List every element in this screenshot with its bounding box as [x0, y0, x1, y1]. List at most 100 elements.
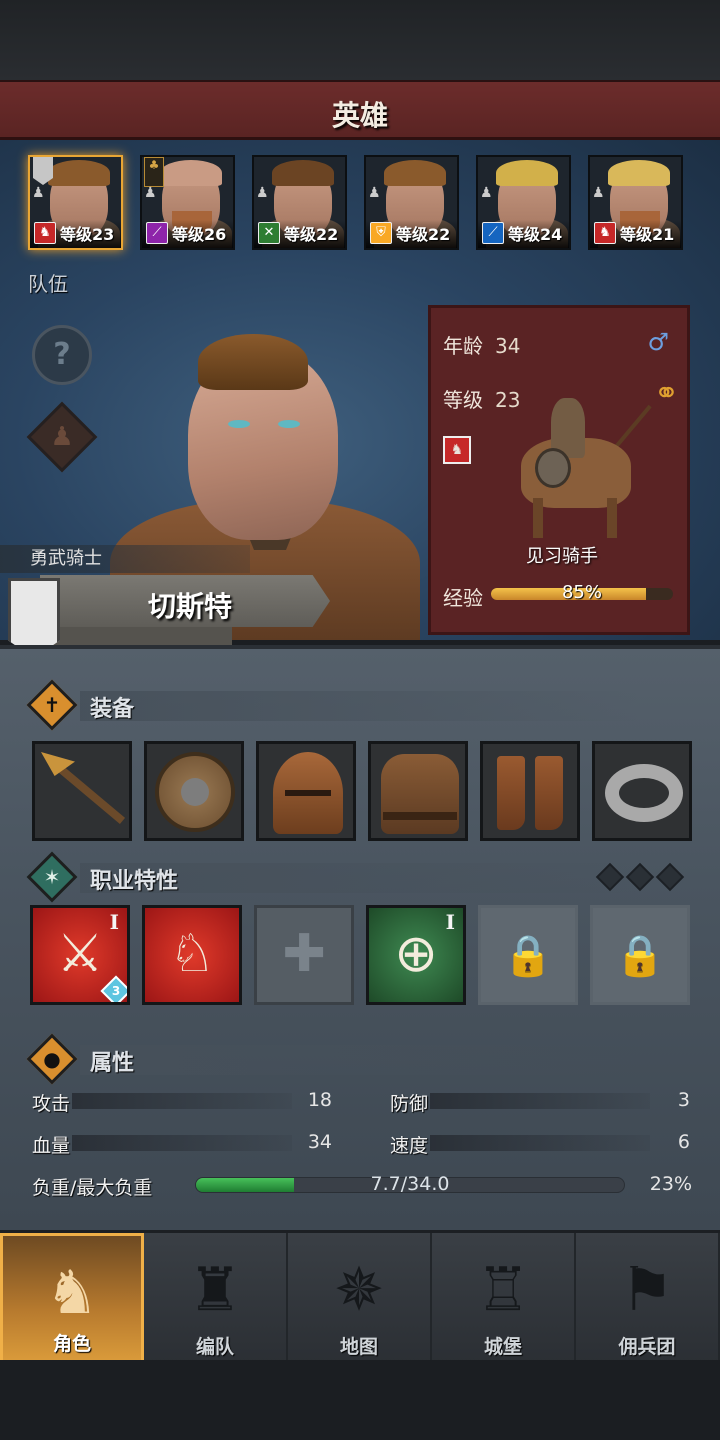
mounted-knight-figure	[511, 398, 652, 538]
castle-icon: ♖	[476, 1255, 530, 1325]
trait-icon: 🔒	[615, 933, 665, 979]
shield-boss	[181, 778, 209, 806]
nav-tab[interactable]: ♖ 城堡	[432, 1233, 576, 1363]
trait-slot[interactable]: ♘	[142, 905, 242, 1005]
tree-banner-icon: ♣	[144, 157, 164, 187]
nav-tab[interactable]: ♜ 编队	[144, 1233, 288, 1363]
mercenary-icon: ⚑	[620, 1255, 674, 1325]
nav-tab[interactable]: ✵ 地图	[288, 1233, 432, 1363]
attack-stat: 攻击 18	[32, 1089, 332, 1115]
squad-member-icon: ♟	[144, 185, 157, 201]
level-strip: ⟋ 等级26	[142, 220, 233, 248]
hero-class-title: 勇武骑士	[0, 545, 250, 573]
weight-stat: 负重/最大负重	[32, 1173, 212, 1199]
details-panel: ✝ 装备 ✶ 职业特性 ⚔ I 3 ♘ ✚ ⊕ I 🔒 🔒 ● 属性 攻击 18…	[0, 645, 720, 1230]
hero-level: 等级22	[284, 225, 339, 244]
traits-label: 职业特性	[90, 869, 179, 894]
speed-stat: 速度 6	[390, 1131, 690, 1157]
attack-label: 攻击	[32, 1093, 71, 1115]
stat-bar	[430, 1093, 650, 1109]
squad-icon: ♜	[188, 1255, 242, 1325]
equipment-slot-boots[interactable]	[480, 741, 580, 841]
title-bar: 英雄	[0, 80, 720, 140]
star-icon: ✶	[26, 851, 78, 903]
equipment-slot-armor[interactable]	[368, 741, 468, 841]
level-label: 等级	[443, 388, 483, 412]
header-strip	[80, 1045, 640, 1075]
class-icon: ♞	[34, 222, 56, 244]
roster-hero-card[interactable]: ♟ ♞ 等级23	[28, 155, 123, 250]
roster-hero-card[interactable]: ♟ ⟋ 等级24	[476, 155, 571, 250]
roster-hero-card[interactable]: ♟ ✕ 等级22	[252, 155, 347, 250]
roster-hero-card[interactable]: ♟ ⛨ 等级22	[364, 155, 459, 250]
traits-header: ✶ 职业特性	[26, 851, 690, 903]
roster-hero-card[interactable]: ♟ ♞ 等级21	[588, 155, 683, 250]
compass-icon: ✵	[333, 1255, 385, 1325]
squad-member-icon: ♟	[592, 185, 605, 201]
trait-slot[interactable]: ✚	[254, 905, 354, 1005]
hero-hair-thumb	[160, 160, 222, 186]
nav-tab-label: 地图	[339, 1336, 378, 1358]
rank-label: 见习骑手	[526, 546, 598, 567]
level-strip: ⛨ 等级22	[366, 220, 457, 248]
trait-icon: 🔒	[503, 933, 553, 979]
trait-rank: I	[445, 910, 455, 934]
trait-slot[interactable]: ⚔ I 3	[30, 905, 130, 1005]
equipment-label: 装备	[90, 697, 135, 722]
hero-info-panel: 年龄 34 ♂ 等级 23 ⚭ ♞ 见习骑手 经验 85%	[428, 305, 690, 635]
knight-icon: ♞	[45, 1258, 99, 1328]
squad-member-icon: ♟	[32, 185, 45, 201]
stat-bar	[430, 1135, 650, 1151]
attack-value: 18	[307, 1089, 332, 1111]
equipment-slot-ring[interactable]	[592, 741, 692, 841]
nav-tab[interactable]: ⚑ 佣兵团	[576, 1233, 720, 1363]
hero-level: 等级22	[396, 225, 451, 244]
class-icon: ✕	[258, 222, 280, 244]
cavalry-class-icon[interactable]: ♞	[443, 436, 471, 464]
weight-value: 7.7/34.0	[370, 1173, 450, 1195]
rings-icon[interactable]: ⚭	[654, 376, 679, 411]
class-icon: ⛨	[370, 222, 392, 244]
trait-rank: I	[109, 910, 119, 934]
hero-level: 等级23	[60, 225, 115, 244]
boots-icon	[497, 756, 525, 830]
trait-slot[interactable]: ⊕ I	[366, 905, 466, 1005]
hero-hair-thumb	[608, 160, 670, 186]
squad-member-icon: ♟	[256, 185, 269, 201]
exp-label: 经验	[443, 586, 483, 610]
bottom-nav: ♞ 角色 ♜ 编队 ✵ 地图 ♖ 城堡 ⚑ 佣兵团	[0, 1230, 720, 1363]
stat-bar	[72, 1093, 292, 1109]
help-button[interactable]: ?	[32, 325, 92, 385]
hero-hair-thumb	[384, 160, 446, 186]
trait-slot[interactable]: 🔒	[590, 905, 690, 1005]
equipment-slot-spear[interactable]	[32, 741, 132, 841]
nav-tab-label: 编队	[195, 1336, 234, 1358]
squad-member-icon: ♟	[368, 185, 381, 201]
equipment-slot-helmet[interactable]	[256, 741, 356, 841]
roster-hero-card[interactable]: ♣ ♟ ⟋ 等级26	[140, 155, 235, 250]
question-icon: ?	[53, 337, 71, 372]
equipment-slot-shield[interactable]	[144, 741, 244, 841]
cross-icon: ✝	[26, 679, 78, 731]
nav-tab-label: 城堡	[483, 1336, 522, 1358]
trait-badge-count: 3	[111, 984, 121, 998]
age-label: 年龄	[443, 334, 483, 358]
male-icon: ♂	[647, 328, 669, 356]
hero-level: 等级24	[508, 225, 563, 244]
defense-value: 3	[677, 1089, 690, 1111]
hp-label: 血量	[32, 1135, 71, 1157]
hero-name-banner[interactable]: 切斯特	[40, 575, 330, 627]
speed-value: 6	[677, 1131, 690, 1153]
weight-percent-value: 23%	[649, 1173, 692, 1195]
page-title: 英雄	[331, 99, 388, 132]
trait-slot[interactable]: 🔒	[478, 905, 578, 1005]
horse-leg	[607, 498, 617, 538]
equipment-header: ✝ 装备	[26, 679, 690, 731]
horse-leg	[533, 498, 543, 538]
hp-value: 34	[307, 1131, 332, 1153]
rider-shield	[535, 448, 571, 488]
hero-level: 等级21	[620, 225, 675, 244]
weight-label: 负重/最大负重	[32, 1177, 153, 1199]
status-bar	[0, 0, 720, 80]
nav-tab[interactable]: ♞ 角色	[0, 1233, 144, 1363]
